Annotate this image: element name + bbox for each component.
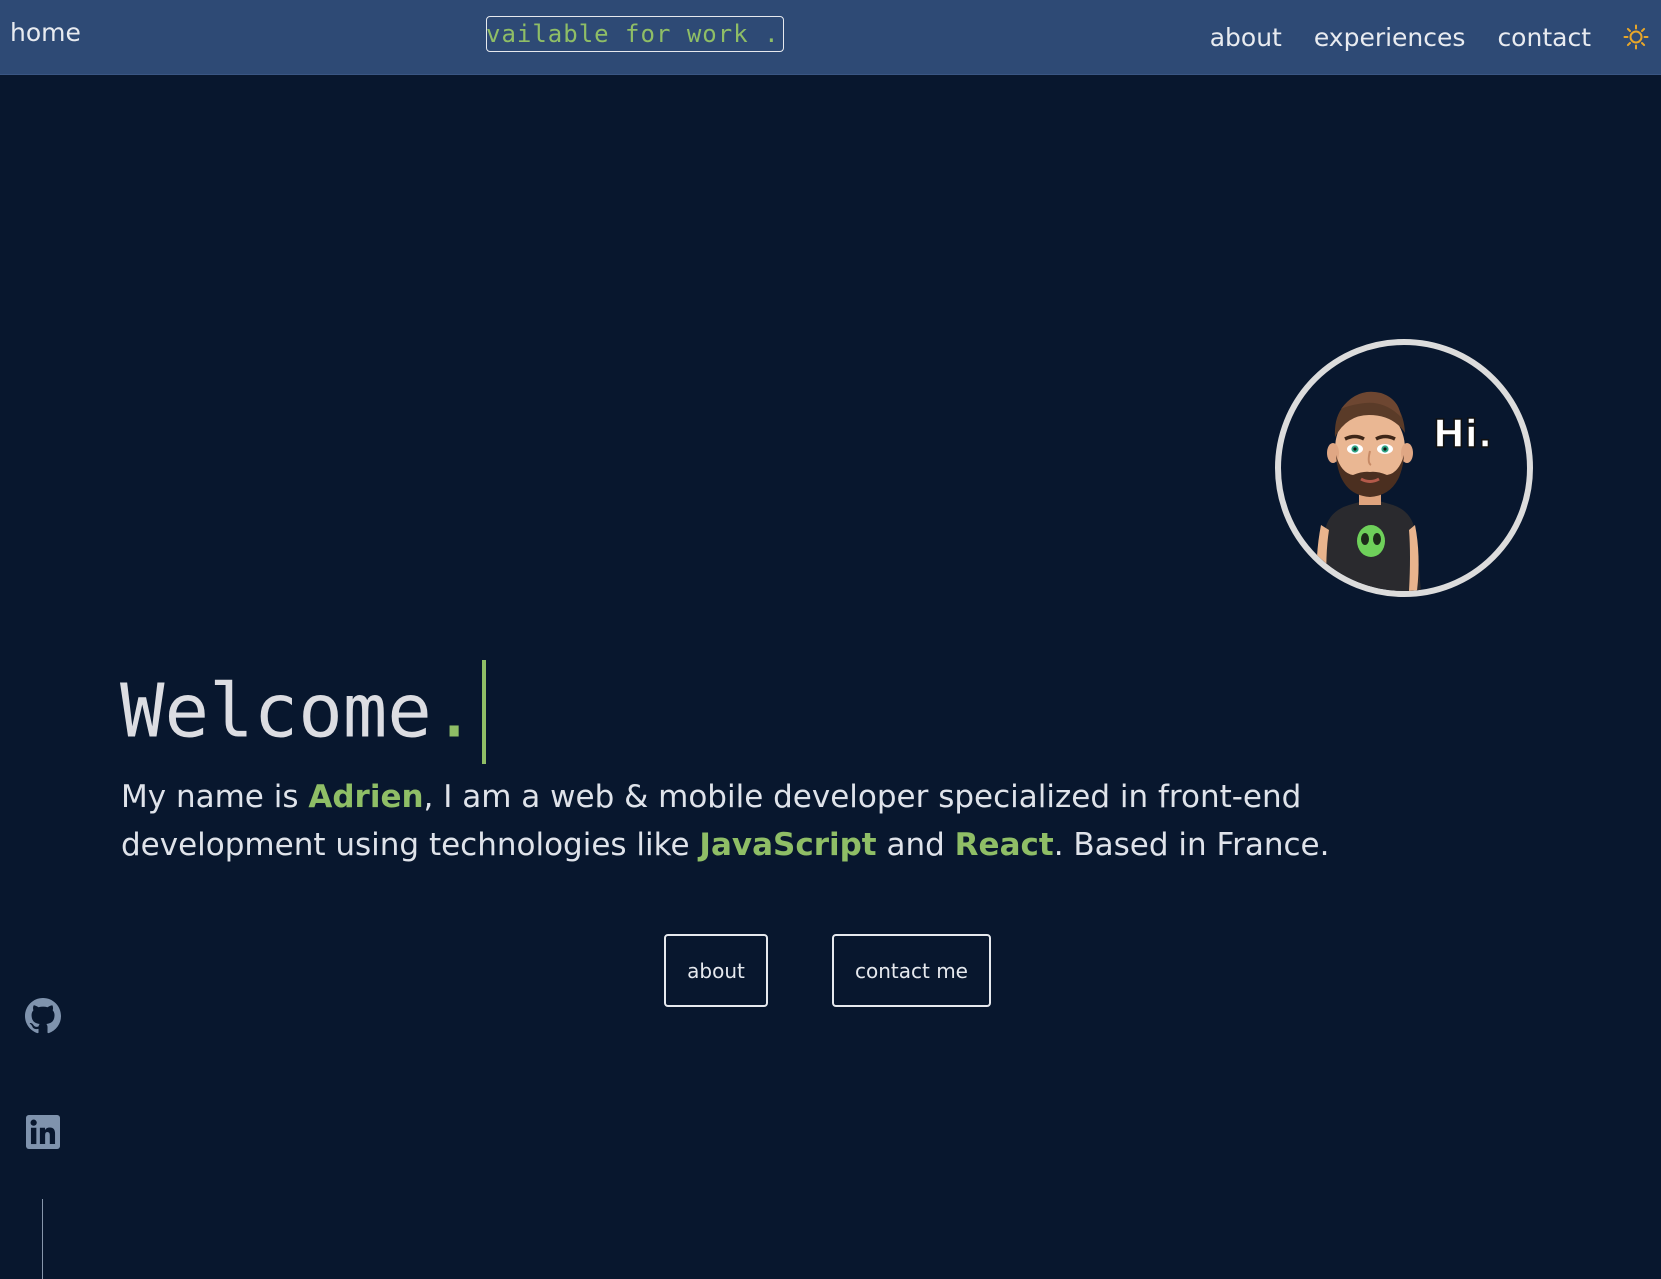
availability-marquee: vailable for work . A xyxy=(486,16,784,52)
welcome-dot: . xyxy=(431,668,477,755)
nav-links: about experiences contact xyxy=(1210,0,1661,74)
intro-paragraph: My name is Adrien, I am a web & mobile d… xyxy=(121,773,1421,869)
nav-link-experiences[interactable]: experiences xyxy=(1314,23,1466,52)
sun-icon xyxy=(1623,24,1649,50)
intro-text: and xyxy=(876,827,955,863)
theme-toggle-button[interactable] xyxy=(1621,22,1651,52)
welcome-word: Welcome xyxy=(120,668,432,755)
nav-link-contact[interactable]: contact xyxy=(1497,23,1591,52)
social-sidebar-line xyxy=(42,1199,43,1279)
welcome-heading: Welcome. xyxy=(120,660,487,768)
marquee-text: vailable for work . A xyxy=(486,20,784,48)
intro-text: . Based in France. xyxy=(1053,827,1330,863)
linkedin-icon xyxy=(26,1115,60,1149)
top-navbar: home vailable for work . A about experie… xyxy=(0,0,1661,75)
contact-me-button[interactable]: contact me xyxy=(832,934,991,1007)
github-icon xyxy=(25,998,61,1034)
intro-tech-javascript: JavaScript xyxy=(699,827,877,863)
avatar-illustration: Hi. xyxy=(1316,391,1493,591)
github-link[interactable] xyxy=(24,997,62,1035)
intro-tech-react: React xyxy=(954,827,1054,863)
typing-caret xyxy=(482,660,487,764)
avatar-greeting: Hi. xyxy=(1433,412,1492,456)
nav-home-link[interactable]: home xyxy=(10,18,81,47)
linkedin-link[interactable] xyxy=(24,1113,62,1151)
intro-text: My name is xyxy=(121,779,309,815)
avatar: Hi. xyxy=(1275,339,1533,597)
nav-link-about[interactable]: about xyxy=(1210,23,1282,52)
about-button[interactable]: about xyxy=(664,934,768,1007)
intro-name: Adrien xyxy=(308,779,424,815)
